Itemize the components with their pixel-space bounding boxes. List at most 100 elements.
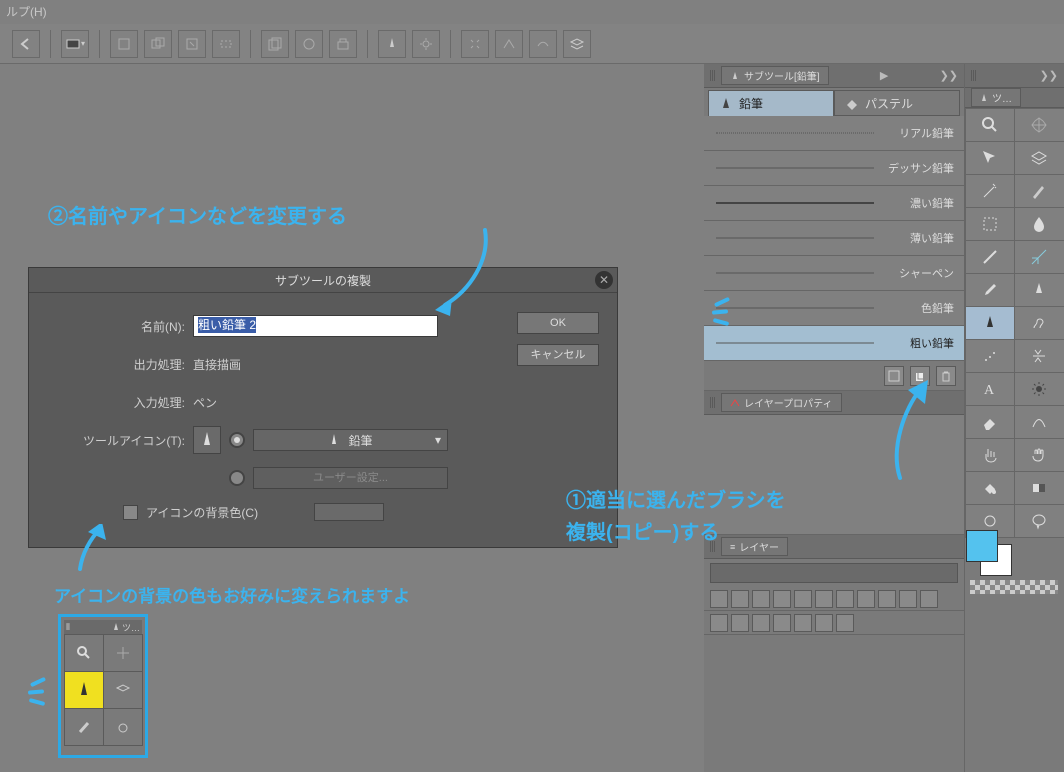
layer-fx-icon[interactable]	[857, 590, 875, 608]
mini-tool-brush	[64, 708, 104, 746]
tool-gradient[interactable]	[1014, 471, 1064, 505]
layer-ref-icon[interactable]	[878, 590, 896, 608]
expand-arrow-icon[interactable]: ▶	[880, 69, 888, 82]
iconbg-color-button[interactable]	[314, 503, 384, 521]
tool-move[interactable]	[1014, 108, 1064, 142]
brush-item[interactable]: 薄い鉛筆	[704, 221, 964, 256]
l2-3[interactable]	[752, 614, 770, 632]
user-setting-button[interactable]: ユーザー設定...	[253, 467, 448, 489]
layer-merge-icon[interactable]	[815, 590, 833, 608]
tool-marquee[interactable]	[965, 207, 1016, 241]
tool-object[interactable]	[965, 141, 1016, 175]
brush-item[interactable]: リアル鉛筆	[704, 116, 964, 151]
expand-arrow2-icon[interactable]: ❯❯	[940, 69, 958, 82]
l2-7[interactable]	[836, 614, 854, 632]
toolicon-radio[interactable]	[229, 432, 245, 448]
output-value: 直接描画	[193, 356, 241, 373]
tb-4[interactable]	[212, 30, 240, 58]
tb-5[interactable]	[261, 30, 289, 58]
iconbg-checkbox[interactable]	[123, 505, 138, 520]
tb-fx2[interactable]	[529, 30, 557, 58]
layer-mask-icon[interactable]	[773, 590, 791, 608]
brush-item[interactable]: 色鉛筆	[704, 291, 964, 326]
tool-ruler[interactable]	[1014, 240, 1064, 274]
dialog-titlebar[interactable]: サブツールの複製 ✕	[29, 268, 617, 293]
tool-balloon[interactable]	[1014, 504, 1064, 538]
layer-3-icon[interactable]	[920, 590, 938, 608]
brush-item-selected[interactable]: 粗い鉛筆	[704, 326, 964, 361]
undo-button[interactable]	[12, 30, 40, 58]
layerprop-tab[interactable]: レイヤープロパティ	[721, 393, 842, 412]
tool-brush[interactable]	[1014, 306, 1064, 340]
tb-gear[interactable]	[412, 30, 440, 58]
tool-bucket[interactable]	[965, 471, 1016, 505]
tool-layer[interactable]	[1014, 141, 1064, 175]
tools-tab[interactable]: ツ…	[971, 88, 1021, 107]
tool-hand[interactable]	[1014, 438, 1064, 472]
tb-2[interactable]	[144, 30, 172, 58]
brush-item[interactable]: シャーペン	[704, 256, 964, 291]
tb-fx1[interactable]	[495, 30, 523, 58]
tool-pen[interactable]	[1014, 273, 1064, 307]
l2-2[interactable]	[731, 614, 749, 632]
name-input[interactable]: 粗い鉛筆 2	[193, 315, 438, 337]
dialog-close-button[interactable]: ✕	[595, 271, 613, 289]
ok-button[interactable]: OK	[517, 312, 599, 334]
layers-tab[interactable]: ≡ レイヤー	[721, 537, 788, 556]
tool-airbrush[interactable]	[965, 339, 1016, 373]
tool-eyedrop[interactable]	[965, 273, 1016, 307]
tool-curve[interactable]	[1014, 405, 1064, 439]
duplicate-subtool-icon[interactable]	[910, 366, 930, 386]
name-label: 名前(N):	[45, 318, 185, 335]
tool-wand[interactable]	[965, 174, 1016, 208]
cancel-button[interactable]: キャンセル	[517, 344, 599, 366]
l2-4[interactable]	[773, 614, 791, 632]
l2-5[interactable]	[794, 614, 812, 632]
transparent-swatch[interactable]	[970, 580, 1058, 594]
tool-line[interactable]	[965, 240, 1016, 274]
tb-1[interactable]	[110, 30, 138, 58]
tb-brush[interactable]	[378, 30, 406, 58]
toolicon-dropdown[interactable]: 鉛筆 ▾	[253, 429, 448, 451]
layer-del-icon[interactable]	[836, 590, 854, 608]
tb-3[interactable]	[178, 30, 206, 58]
layer-2-icon[interactable]	[899, 590, 917, 608]
layer-folder-icon[interactable]	[731, 590, 749, 608]
user-radio[interactable]	[229, 470, 245, 486]
menu-help[interactable]: ルプ(H)	[6, 5, 47, 19]
fg-color-swatch[interactable]	[966, 530, 998, 562]
layer-dup-icon[interactable]	[752, 590, 770, 608]
subtool-panel-tab[interactable]: サブツール[鉛筆]	[721, 66, 829, 85]
layer-new-icon[interactable]	[710, 590, 728, 608]
tb-sparkle[interactable]	[461, 30, 489, 58]
l2-1[interactable]	[710, 614, 728, 632]
tb-7[interactable]	[329, 30, 357, 58]
main-toolbar: ▾	[0, 24, 1064, 64]
dialog-title-text: サブツールの複製	[275, 272, 371, 289]
tool-eraser[interactable]	[965, 405, 1016, 439]
icon-preview[interactable]	[193, 426, 221, 454]
subtool-menu-icon[interactable]	[884, 366, 904, 386]
layers-header: ≡ レイヤー	[704, 535, 964, 559]
tool-finger[interactable]	[965, 438, 1016, 472]
l2-6[interactable]	[815, 614, 833, 632]
tool-sun[interactable]	[1014, 372, 1064, 406]
tb-layers[interactable]	[563, 30, 591, 58]
pencil-icon	[730, 71, 740, 81]
tool-zoom[interactable]	[965, 108, 1016, 142]
layers-body[interactable]	[704, 635, 964, 772]
brush-item[interactable]: 濃い鉛筆	[704, 186, 964, 221]
layer-clip-icon[interactable]	[794, 590, 812, 608]
subtool-tab-pencil[interactable]: 鉛筆	[708, 90, 834, 116]
tb-6[interactable]	[295, 30, 323, 58]
subtool-tab-pastel[interactable]: パステル	[834, 90, 960, 116]
tool-drop[interactable]	[1014, 207, 1064, 241]
tool-pencil-selected[interactable]	[965, 306, 1016, 340]
delete-subtool-icon[interactable]	[936, 366, 956, 386]
blend-mode-select[interactable]	[710, 563, 958, 583]
tool-deco[interactable]	[1014, 339, 1064, 373]
tool-text[interactable]: A	[965, 372, 1016, 406]
tool-selectpen[interactable]	[1014, 174, 1064, 208]
brush-item[interactable]: デッサン鉛筆	[704, 151, 964, 186]
view-button[interactable]: ▾	[61, 30, 89, 58]
